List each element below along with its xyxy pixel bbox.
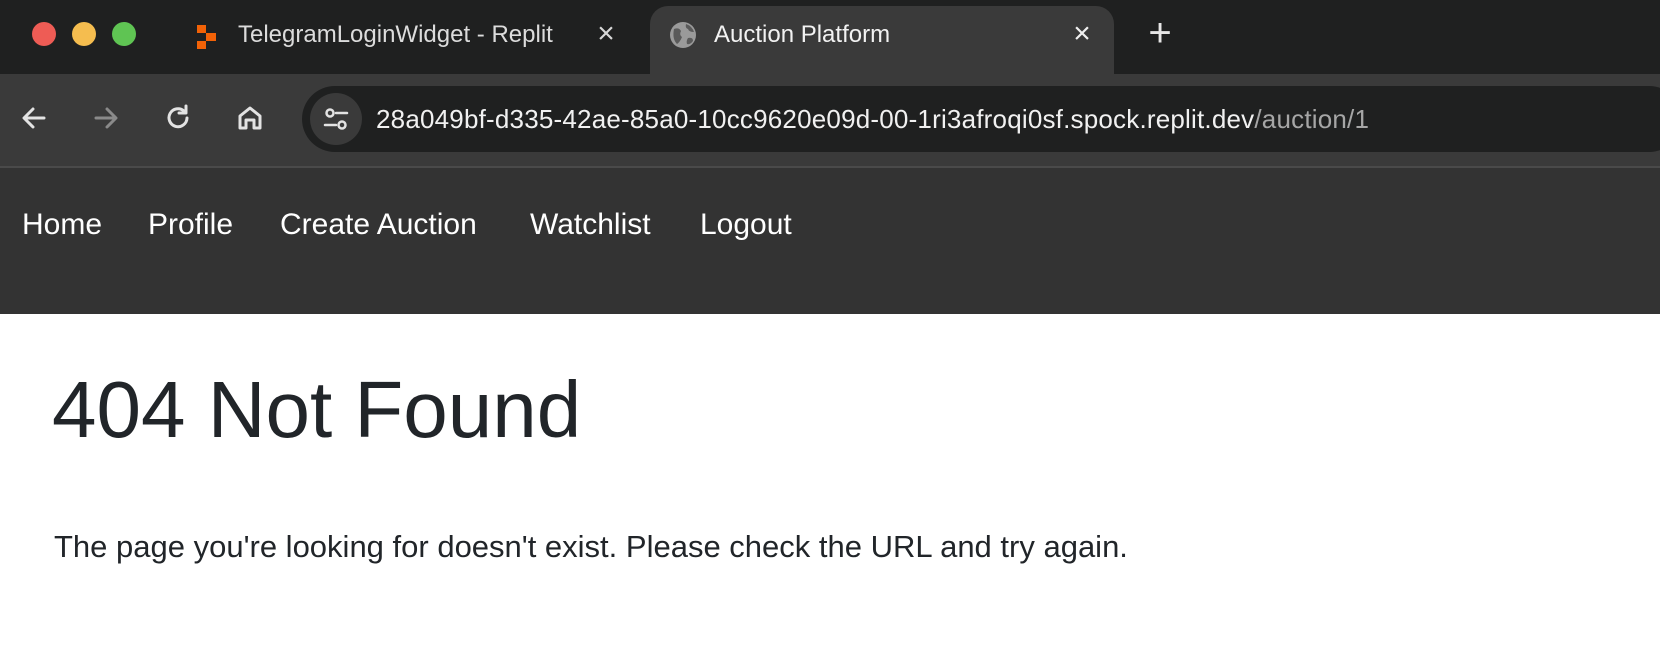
page-title: 404 Not Found — [52, 365, 582, 454]
back-arrow-icon[interactable] — [14, 98, 54, 138]
site-navbar: Home Profile Create Auction Watchlist Lo… — [0, 168, 1660, 314]
error-message: The page you're looking for doesn't exis… — [54, 529, 1128, 564]
tab-auction-platform[interactable]: Auction Platform × — [650, 6, 1114, 74]
nav-link-profile[interactable]: Profile — [148, 208, 233, 242]
browser-tab-strip: TelegramLoginWidget - Replit × Auction P… — [0, 0, 1660, 74]
address-bar[interactable]: 28a049bf-d335-42ae-85a0-10cc9620e09d-00-… — [302, 86, 1660, 152]
window-close-button[interactable] — [32, 22, 56, 46]
tab-telegram-login-widget[interactable]: TelegramLoginWidget - Replit × — [170, 6, 630, 74]
reload-icon[interactable] — [158, 98, 198, 138]
replit-logo-icon — [194, 24, 220, 50]
tab-title: Auction Platform — [714, 21, 891, 48]
home-icon[interactable] — [230, 98, 270, 138]
tab-close-icon[interactable]: × — [1068, 19, 1096, 49]
tab-close-icon[interactable]: × — [592, 19, 620, 49]
browser-toolbar: 28a049bf-d335-42ae-85a0-10cc9620e09d-00-… — [0, 74, 1660, 168]
forward-arrow-icon[interactable] — [86, 98, 126, 138]
url-text[interactable]: 28a049bf-d335-42ae-85a0-10cc9620e09d-00-… — [376, 104, 1369, 135]
site-settings-icon[interactable] — [310, 93, 362, 145]
window-zoom-button[interactable] — [112, 22, 136, 46]
nav-link-logout[interactable]: Logout — [700, 208, 792, 242]
tab-title: TelegramLoginWidget - Replit — [238, 21, 553, 48]
url-host: 28a049bf-d335-42ae-85a0-10cc9620e09d-00-… — [376, 104, 1255, 134]
url-path: /auction/1 — [1254, 104, 1370, 134]
new-tab-button[interactable]: + — [1140, 13, 1180, 54]
globe-icon — [668, 20, 698, 50]
nav-link-create-auction[interactable]: Create Auction — [280, 208, 477, 242]
nav-link-watchlist[interactable]: Watchlist — [530, 208, 651, 242]
window-minimize-button[interactable] — [72, 22, 96, 46]
nav-link-home[interactable]: Home — [22, 208, 102, 242]
